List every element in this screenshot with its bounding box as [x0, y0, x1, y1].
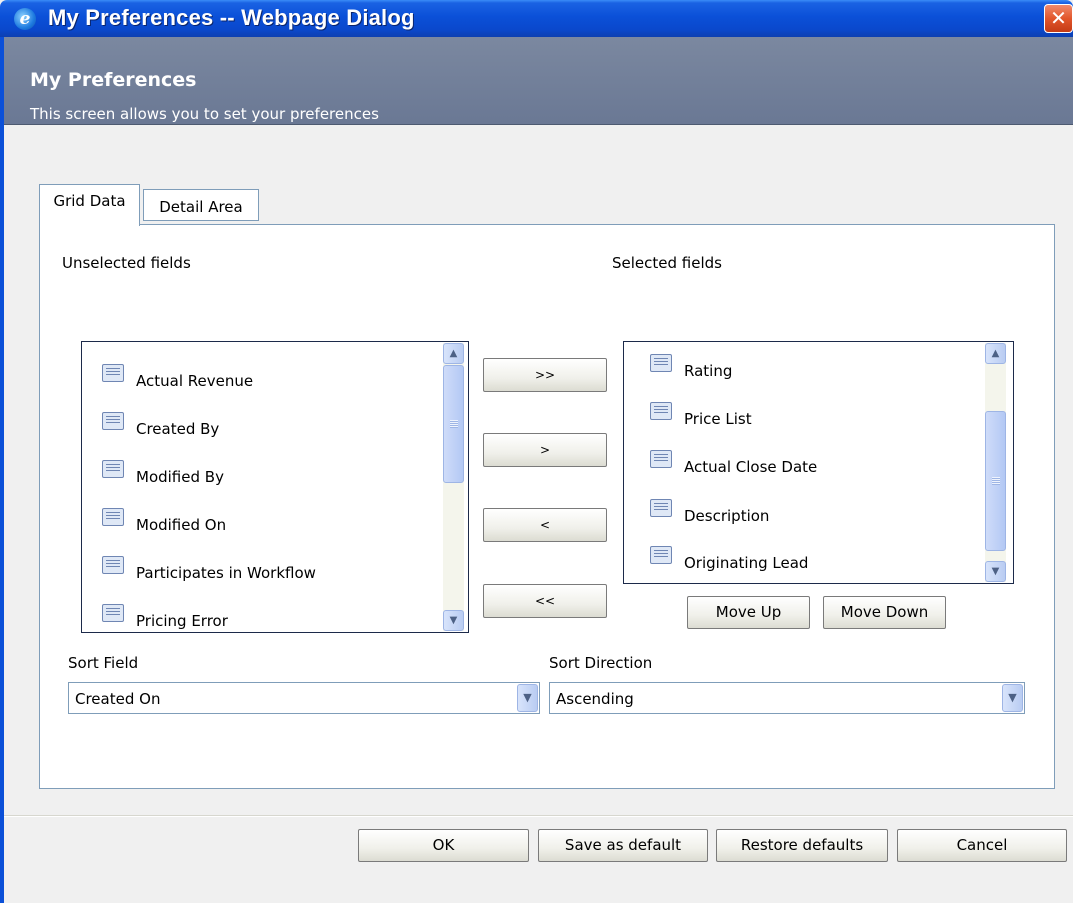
sort-field-label: Sort Field [68, 654, 139, 672]
list-item[interactable]: Modified By [102, 460, 224, 490]
list-item[interactable]: Modified On [102, 508, 226, 538]
field-icon [102, 364, 124, 382]
list-item[interactable]: Rating [650, 354, 732, 384]
field-icon [650, 354, 672, 372]
scroll-down-icon[interactable]: ▼ [443, 610, 464, 631]
close-button[interactable]: ✕ [1044, 4, 1073, 33]
header-band: My Preferences This screen allows you to… [4, 37, 1073, 125]
field-icon [650, 546, 672, 564]
add-all-button[interactable]: >> [483, 358, 607, 392]
tab-detail-area[interactable]: Detail Area [143, 189, 259, 221]
save-as-default-button[interactable]: Save as default [538, 829, 708, 862]
list-item[interactable]: Actual Close Date [650, 450, 817, 480]
field-icon [102, 460, 124, 478]
field-icon [102, 604, 124, 622]
sort-direction-label: Sort Direction [549, 654, 653, 672]
unselected-fields-label: Unselected fields [62, 254, 191, 272]
window-frame-left [0, 37, 4, 903]
field-icon [650, 450, 672, 468]
internet-explorer-icon: e [14, 8, 36, 30]
sort-field-select[interactable]: Created On ▼ [68, 682, 540, 714]
page-subtitle: This screen allows you to set your prefe… [30, 105, 379, 123]
unselected-scrollbar[interactable]: ▲ ▼ [443, 343, 464, 631]
field-icon [102, 412, 124, 430]
ok-button[interactable]: OK [358, 829, 529, 862]
window-title: My Preferences -- Webpage Dialog [48, 5, 415, 30]
field-icon [102, 508, 124, 526]
field-icon [650, 499, 672, 517]
scroll-thumb[interactable] [443, 365, 464, 483]
selected-scrollbar[interactable]: ▲ ▼ [985, 343, 1006, 582]
field-icon [102, 556, 124, 574]
sort-direction-value: Ascending [556, 690, 634, 708]
move-up-button[interactable]: Move Up [687, 596, 810, 629]
move-down-button[interactable]: Move Down [823, 596, 946, 629]
add-button[interactable]: > [483, 433, 607, 467]
page-title: My Preferences [30, 69, 197, 91]
chevron-down-icon[interactable]: ▼ [1002, 684, 1023, 712]
sort-direction-select[interactable]: Ascending ▼ [549, 682, 1025, 714]
scroll-up-icon[interactable]: ▲ [443, 343, 464, 364]
list-item[interactable]: Pricing Error [102, 604, 228, 630]
scroll-down-icon[interactable]: ▼ [985, 561, 1006, 582]
list-item[interactable]: Description [650, 499, 769, 529]
selected-fields-label: Selected fields [612, 254, 722, 272]
unselected-fields-list[interactable]: Actual Revenue Created By Modified By Mo… [81, 341, 469, 633]
list-item[interactable]: Actual Revenue [102, 364, 253, 394]
list-item[interactable]: Participates in Workflow [102, 556, 316, 586]
chevron-down-icon[interactable]: ▼ [517, 684, 538, 712]
restore-defaults-button[interactable]: Restore defaults [716, 829, 888, 862]
scroll-up-icon[interactable]: ▲ [985, 343, 1006, 364]
dialog-window: e My Preferences -- Webpage Dialog ✕ My … [0, 0, 1073, 903]
field-icon [650, 402, 672, 420]
remove-all-button[interactable]: << [483, 584, 607, 618]
title-bar[interactable]: e My Preferences -- Webpage Dialog ✕ [0, 0, 1073, 37]
remove-button[interactable]: < [483, 508, 607, 542]
tab-grid-data[interactable]: Grid Data [39, 184, 140, 226]
cancel-button[interactable]: Cancel [897, 829, 1067, 862]
footer-divider [4, 815, 1073, 817]
list-item[interactable]: Price List [650, 402, 752, 432]
list-item[interactable]: Originating Lead [650, 546, 808, 576]
selected-fields-list[interactable]: Rating Price List Actual Close Date Desc… [623, 341, 1014, 584]
scroll-thumb[interactable] [985, 411, 1006, 551]
sort-field-value: Created On [75, 690, 161, 708]
list-item[interactable]: Created By [102, 412, 219, 442]
